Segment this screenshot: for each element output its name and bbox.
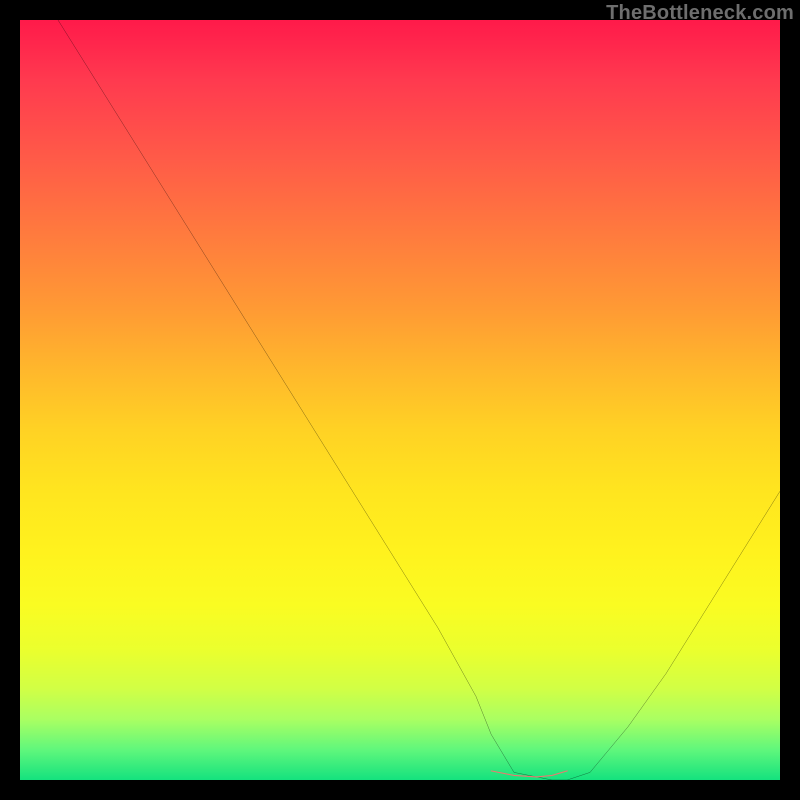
chart-container: TheBottleneck.com [0, 0, 800, 800]
chart-svg [20, 20, 780, 780]
plot-area [20, 20, 780, 780]
valley-marker [491, 771, 567, 777]
bottleneck-curve [58, 20, 780, 780]
